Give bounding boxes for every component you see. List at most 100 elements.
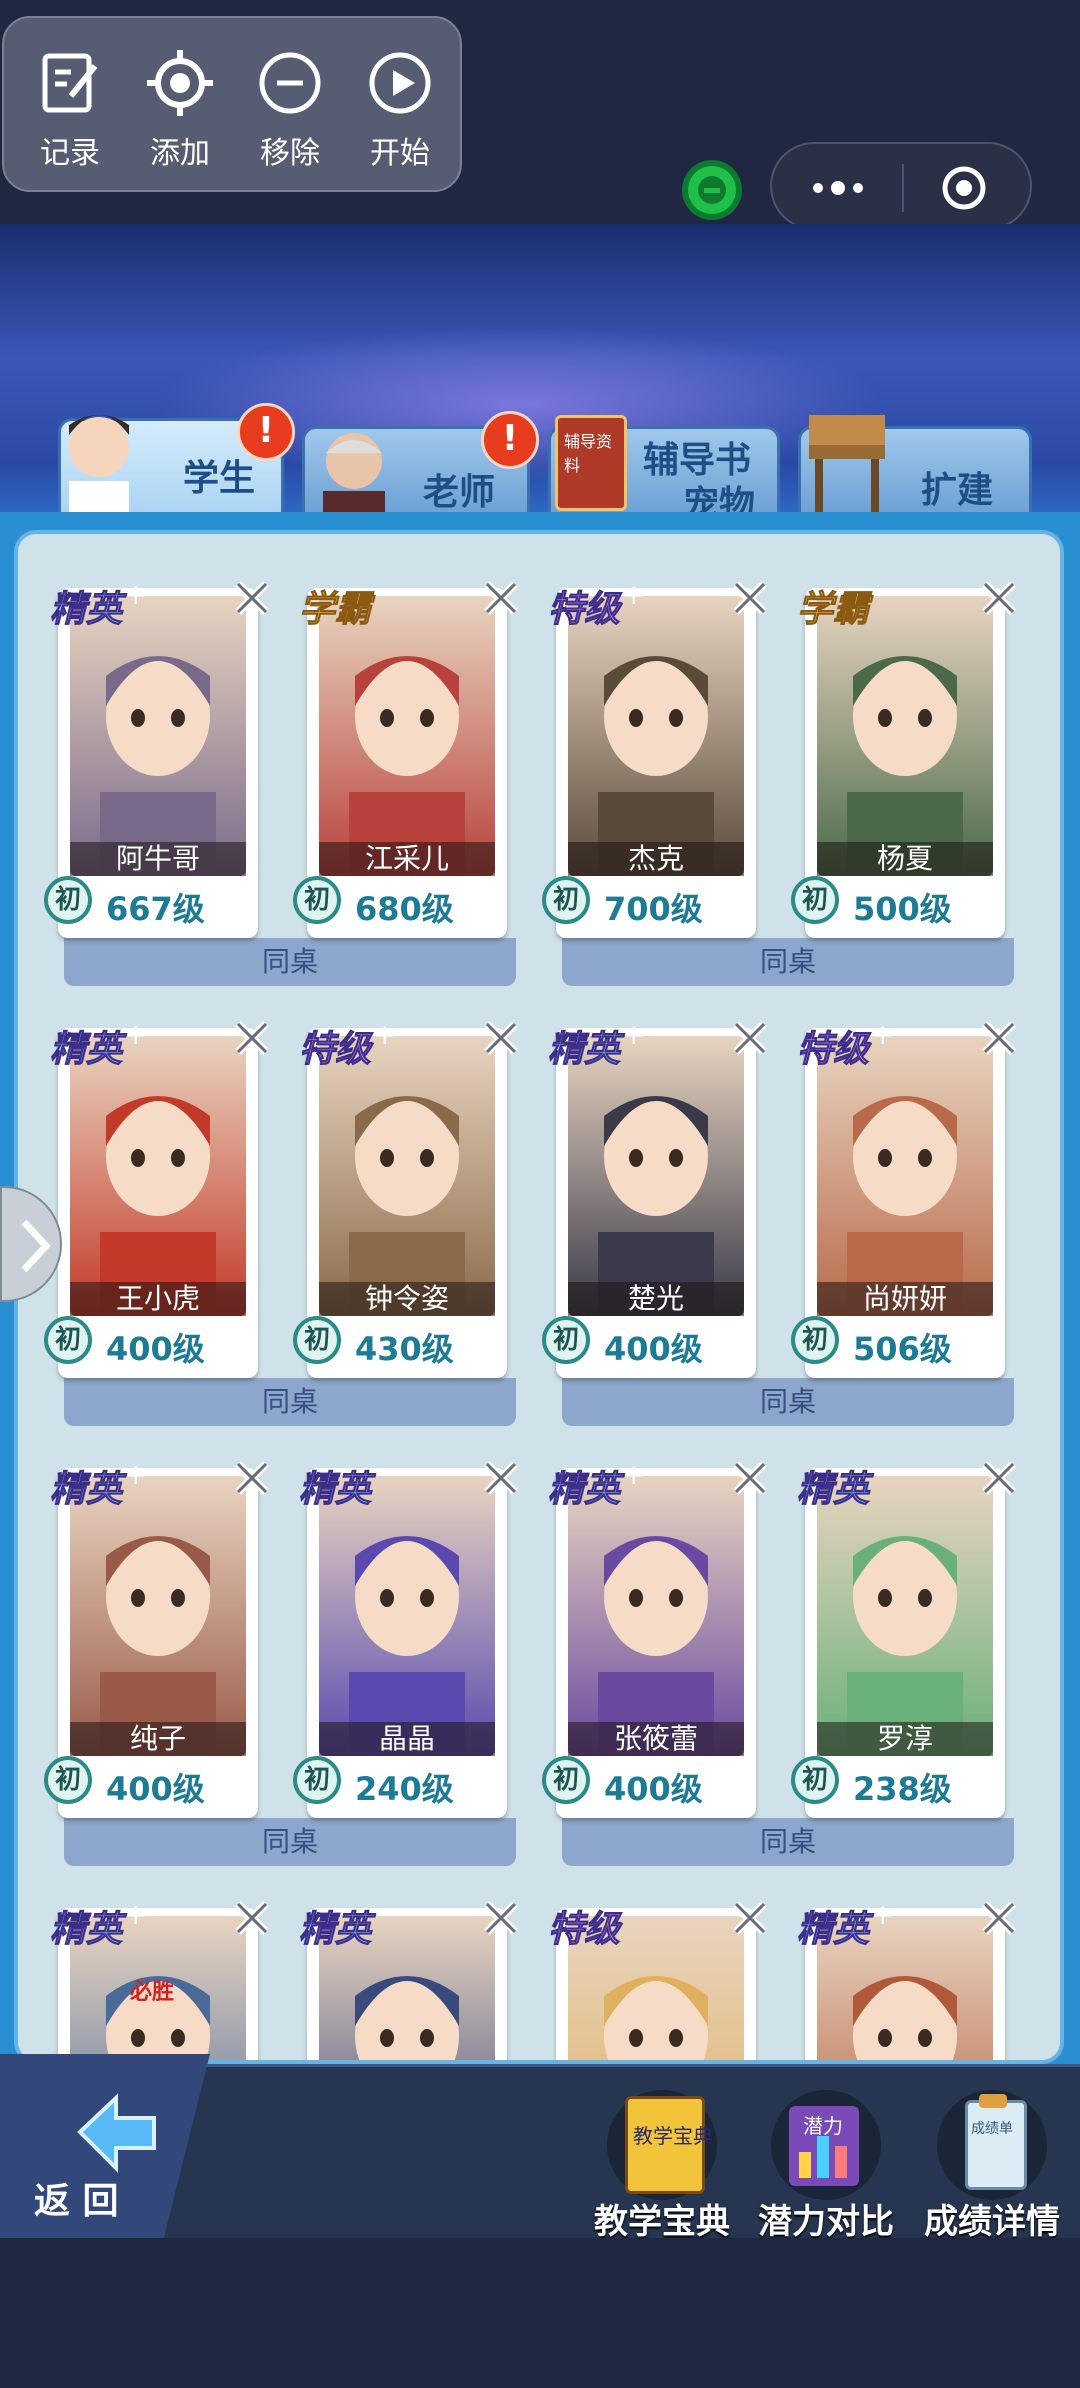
student-card[interactable]: 特级 (547, 1901, 767, 2060)
start-button[interactable]: 开始 (350, 48, 450, 172)
rank-badge: 精英 (49, 1909, 123, 1951)
potential-compare-button[interactable]: 潜力 潜力对比 (756, 2090, 896, 2243)
rank-badge: 特级 (298, 1029, 372, 1071)
book-cover-text: 辅导资料 (564, 432, 613, 475)
desk-mate-bar[interactable]: 同桌 (64, 1378, 516, 1426)
bar-chart-icon: 潜力 (771, 2090, 881, 2200)
chat-bubble-icon[interactable] (682, 160, 742, 220)
grade-badge: 初 (542, 876, 590, 924)
close-icon[interactable] (479, 1016, 523, 1060)
book-icon: 辅导资料 (555, 415, 627, 511)
grade-badge: 初 (293, 1316, 341, 1364)
close-icon[interactable] (728, 1456, 772, 1500)
student-level: 680级 (355, 890, 454, 928)
student-level: 506级 (853, 1330, 952, 1368)
clipboard-icon-text: 成绩单 (971, 2121, 1013, 2137)
play-circle-icon (369, 52, 431, 114)
rank-badge: 精英 (49, 589, 123, 631)
teaching-guide-button[interactable]: 教学宝典 教学宝典 (592, 2090, 732, 2243)
grade-badge: 初 (44, 1756, 92, 1804)
record-button[interactable]: 记录 (20, 48, 120, 172)
close-icon[interactable] (479, 1456, 523, 1500)
remove-button[interactable]: 移除 (240, 48, 340, 172)
close-icon[interactable] (479, 1896, 523, 1940)
desk-mate-bar[interactable]: 同桌 (562, 1378, 1014, 1426)
close-icon[interactable] (728, 1896, 772, 1940)
student-name: 杨夏 (817, 842, 993, 876)
student-card[interactable]: 学霸 江采儿初 680级 (293, 581, 518, 938)
student-card[interactable]: 精英 + 楚光初 400级 (542, 1018, 767, 1378)
chart-icon-text: 潜力 (803, 2114, 843, 2138)
remove-label: 移除 (260, 136, 320, 171)
close-icon[interactable] (230, 576, 274, 620)
close-icon[interactable] (977, 1896, 1021, 1940)
teacher-avatar-icon (309, 417, 399, 521)
close-icon[interactable] (977, 1016, 1021, 1060)
alert-badge: ! (237, 403, 295, 461)
rank-plus: + (373, 1018, 397, 1051)
tab-teachers-label: 老师 (423, 472, 496, 513)
more-icon[interactable] (808, 170, 868, 206)
desk-mate-bar[interactable]: 同桌 (562, 1818, 1014, 1866)
student-card[interactable]: 特级 + 钟令姿初 430级 (293, 1018, 518, 1378)
student-level: 238级 (853, 1770, 952, 1808)
rank-plus: + (622, 578, 646, 611)
rank-badge: 精英 (547, 1469, 621, 1511)
student-name: 张筱蕾 (568, 1722, 744, 1756)
score-detail-button[interactable]: 成绩单 成绩详情 (922, 2090, 1062, 2243)
grade-badge: 初 (791, 876, 839, 924)
student-card[interactable]: 学霸 杨夏初 500级 (791, 581, 1016, 938)
student-portrait (817, 1476, 993, 1756)
student-card[interactable]: 特级 + 杰克初 700级 (542, 578, 767, 938)
close-miniprogram-icon[interactable] (940, 164, 988, 212)
student-name: 王小虎 (70, 1282, 246, 1316)
student-level: 700级 (604, 890, 703, 928)
tab-expand[interactable]: 扩建 (798, 415, 1032, 518)
close-icon[interactable] (230, 1016, 274, 1060)
student-card[interactable]: 精英 + (796, 1898, 1016, 2060)
student-name: 罗淳 (817, 1722, 993, 1756)
add-button[interactable]: 添加 (130, 48, 230, 172)
student-card[interactable]: 精英 + 张筱蕾初 400级 (542, 1458, 767, 1818)
minus-circle-icon (259, 52, 321, 114)
student-portrait (70, 1036, 246, 1316)
grade-badge: 初 (542, 1316, 590, 1364)
student-card[interactable]: 精英 + 必胜 (49, 1898, 269, 2060)
student-name: 尚妍妍 (817, 1282, 993, 1316)
close-icon[interactable] (728, 1016, 772, 1060)
back-arrow-icon (76, 2092, 158, 2174)
rank-badge: 特级 (796, 1029, 870, 1071)
close-icon[interactable] (977, 576, 1021, 620)
start-label: 开始 (370, 136, 430, 171)
student-card[interactable]: 精英 晶晶初 240级 (293, 1461, 518, 1818)
student-card[interactable]: 特级 + 尚妍妍初 506级 (791, 1018, 1016, 1378)
student-card[interactable]: 精英 + 阿牛哥初 667级 (44, 578, 269, 938)
student-card[interactable]: 精英 罗淳初 238级 (791, 1461, 1016, 1818)
tab-teachers[interactable]: 老师 ! (302, 411, 539, 521)
close-icon[interactable] (728, 576, 772, 620)
desk-mate-bar[interactable]: 同桌 (64, 938, 516, 986)
add-label: 添加 (150, 136, 210, 171)
record-label: 记录 (40, 136, 100, 171)
rank-badge: 精英 (298, 1469, 372, 1511)
tab-students[interactable]: 学生 ! (58, 403, 295, 524)
student-card[interactable]: 精英 (298, 1901, 518, 2060)
grade-badge: 初 (44, 1316, 92, 1364)
tab-students-label: 学生 (183, 458, 256, 499)
grade-badge: 初 (293, 1756, 341, 1804)
student-portrait (319, 1036, 495, 1316)
grade-badge: 初 (293, 876, 341, 924)
close-icon[interactable] (479, 576, 523, 620)
side-drawer-handle[interactable] (0, 1186, 62, 1302)
desk-mate-bar[interactable]: 同桌 (562, 938, 1014, 986)
student-card[interactable]: 精英 + 王小虎初 400级 (44, 1018, 269, 1378)
desk-mate-bar[interactable]: 同桌 (64, 1818, 516, 1866)
tab-books-pets[interactable]: 辅导资料 辅导书 宠物 (548, 415, 780, 525)
student-card[interactable]: 精英 + 纯子初 400级 (44, 1458, 269, 1818)
student-name: 江采儿 (319, 842, 495, 876)
headband-text: 必胜 (130, 1980, 175, 2005)
close-icon[interactable] (230, 1456, 274, 1500)
close-icon[interactable] (230, 1896, 274, 1940)
close-icon[interactable] (977, 1456, 1021, 1500)
chevron-right-icon (21, 1219, 51, 1273)
